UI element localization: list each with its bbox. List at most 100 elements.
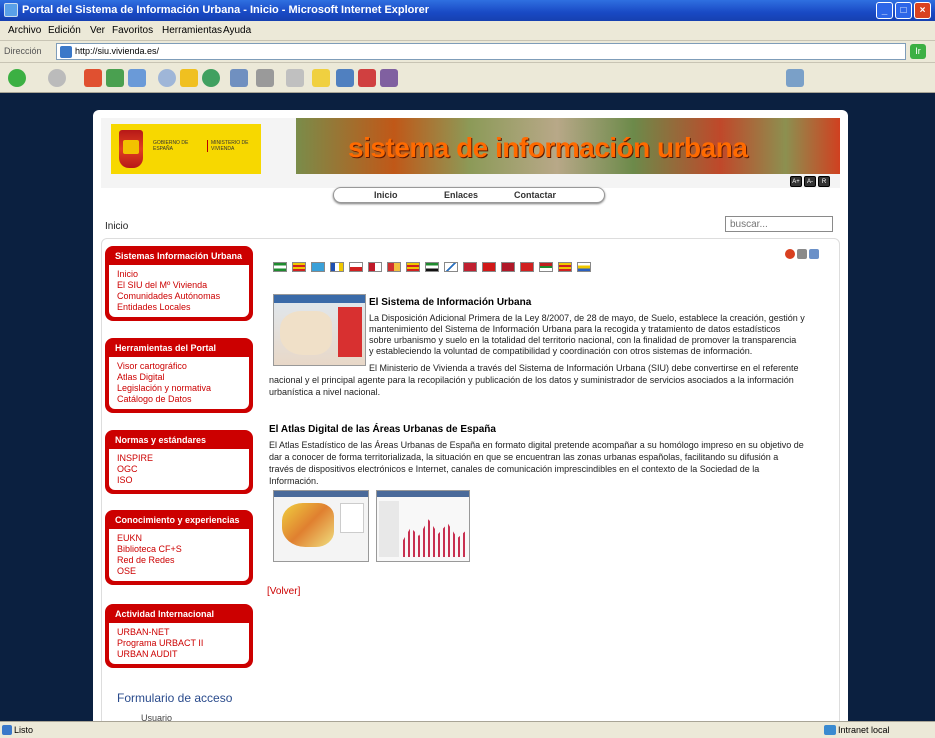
- flag-navarra-icon[interactable]: [520, 262, 534, 272]
- flag-aragon-icon[interactable]: [292, 262, 306, 272]
- minimize-button[interactable]: _: [876, 2, 893, 19]
- sidebar-item-legislacion[interactable]: Legislación y normativa: [117, 383, 241, 394]
- sidebar-item-urban-net[interactable]: URBAN-NET: [117, 627, 241, 638]
- font-increase-button[interactable]: A+: [790, 176, 802, 187]
- stop-icon[interactable]: [84, 69, 102, 87]
- pdf-icon[interactable]: [785, 249, 795, 259]
- text-line: sobre urbanismo y suelo en la totalidad …: [369, 335, 797, 345]
- atlas-section-title: El Atlas Digital de las Áreas Urbanas de…: [269, 424, 496, 435]
- sidebar-section-title: Actividad Internacional: [115, 609, 215, 619]
- address-input[interactable]: http://siu.vivienda.es/: [56, 43, 906, 60]
- sidebar-section-title: Conocimiento y experiencias: [115, 515, 240, 525]
- forward-icon[interactable]: [48, 69, 66, 87]
- email-icon[interactable]: [809, 249, 819, 259]
- sidebar-item-red-de-redes[interactable]: Red de Redes: [117, 555, 241, 566]
- flag-cantabria-icon[interactable]: [349, 262, 363, 272]
- go-button[interactable]: Ir: [910, 44, 926, 59]
- menu-favoritos[interactable]: Favoritos: [112, 25, 153, 36]
- font-decrease-button[interactable]: A-: [804, 176, 816, 187]
- text-line: El Atlas Estadístico de las Áreas Urbana…: [269, 440, 804, 450]
- address-label: Dirección: [4, 46, 42, 56]
- flag-asturias-icon[interactable]: [311, 262, 325, 272]
- close-button[interactable]: ×: [914, 2, 931, 19]
- mail-icon[interactable]: [230, 69, 248, 87]
- messenger-icon[interactable]: [336, 69, 354, 87]
- flag-galicia-icon[interactable]: [444, 262, 458, 272]
- text-line: urbanística a nivel nacional.: [269, 387, 381, 397]
- menu-ayuda[interactable]: Ayuda: [223, 25, 251, 36]
- flag-murcia-icon[interactable]: [501, 262, 515, 272]
- links-icon[interactable]: [380, 69, 398, 87]
- sidebar-item-visor[interactable]: Visor cartográfico: [117, 361, 241, 372]
- breadcrumb: Inicio: [105, 221, 129, 232]
- translate-icon[interactable]: [786, 69, 804, 87]
- sidebar-item-biblioteca[interactable]: Biblioteca CF+S: [117, 544, 241, 555]
- flag-madrid-icon[interactable]: [482, 262, 496, 272]
- sidebar-item-atlas[interactable]: Atlas Digital: [117, 372, 241, 383]
- back-icon[interactable]: [8, 69, 26, 87]
- maximize-button[interactable]: □: [895, 2, 912, 19]
- sidebar-item-siu[interactable]: El SIU del Mº Vivienda: [117, 280, 241, 291]
- address-bar: Dirección http://siu.vivienda.es/ Ir: [0, 41, 935, 63]
- siu-section-title: El Sistema de Información Urbana: [369, 297, 532, 308]
- menu-herramientas[interactable]: Herramientas: [162, 25, 222, 36]
- sidebar-item-ose[interactable]: OSE: [117, 566, 241, 577]
- research-icon[interactable]: [358, 69, 376, 87]
- flag-extremadura-icon[interactable]: [425, 262, 439, 272]
- menu-edicion[interactable]: Edición: [48, 25, 81, 36]
- thumbnail-header: [274, 491, 368, 497]
- atlas-chart-thumbnail[interactable]: [376, 490, 470, 562]
- flag-la-rioja-icon[interactable]: [463, 262, 477, 272]
- font-reset-button[interactable]: R: [818, 176, 830, 187]
- search-input[interactable]: [725, 216, 833, 232]
- sidebar-item-ogc[interactable]: OGC: [117, 464, 241, 475]
- flag-canarias-icon[interactable]: [577, 262, 591, 272]
- flag-cataluna-icon[interactable]: [406, 262, 420, 272]
- address-text: http://siu.vivienda.es/: [75, 46, 160, 56]
- font-size-buttons: A+ A- R: [788, 174, 830, 187]
- sidebar-item-catalogo[interactable]: Catálogo de Datos: [117, 394, 241, 405]
- refresh-icon[interactable]: [106, 69, 124, 87]
- sidebar-item-eukn[interactable]: EUKN: [117, 533, 241, 544]
- history-icon[interactable]: [202, 69, 220, 87]
- siu-map-thumbnail[interactable]: [273, 294, 366, 366]
- sidebar-item-comunidades[interactable]: Comunidades Autónomas: [117, 291, 241, 302]
- menu-bar: Archivo Edición Ver Favoritos Herramient…: [0, 21, 935, 41]
- print-icon[interactable]: [256, 69, 274, 87]
- print-icon[interactable]: [797, 249, 807, 259]
- volver-link[interactable]: [Volver]: [267, 586, 300, 597]
- favorites-icon[interactable]: [180, 69, 198, 87]
- atlas-map-thumbnail[interactable]: [273, 490, 369, 562]
- flag-andalucia-icon[interactable]: [273, 262, 287, 272]
- edit-icon[interactable]: [286, 69, 304, 87]
- flag-castilla-mancha-icon[interactable]: [368, 262, 382, 272]
- text-line: través de dispositivos electrónicos e In…: [269, 464, 760, 474]
- flag-castilla-leon-icon[interactable]: [387, 262, 401, 272]
- title-bar: Portal del Sistema de Información Urbana…: [0, 0, 935, 21]
- flag-pais-vasco-icon[interactable]: [539, 262, 553, 272]
- thumbnail-sidebar: [338, 307, 362, 357]
- intranet-icon: [824, 725, 836, 735]
- gobierno-logo[interactable]: GOBIERNO DE ESPAÑA MINISTERIO DE VIVIEND…: [111, 124, 261, 174]
- sidebar-item-entidades[interactable]: Entidades Locales: [117, 302, 241, 313]
- sidebar-item-inspire[interactable]: INSPIRE: [117, 453, 241, 464]
- nav-enlaces[interactable]: Enlaces: [444, 190, 478, 200]
- sidebar-item-urbact[interactable]: Programa URBACT II: [117, 638, 241, 649]
- search-icon[interactable]: [158, 69, 176, 87]
- flag-baleares-icon[interactable]: [330, 262, 344, 272]
- main-nav: Inicio Enlaces Contactar: [333, 187, 605, 203]
- nav-contactar[interactable]: Contactar: [514, 190, 556, 200]
- user-label: Usuario: [141, 713, 173, 721]
- menu-archivo[interactable]: Archivo: [8, 25, 41, 36]
- site-header: GOBIERNO DE ESPAÑA MINISTERIO DE VIVIEND…: [101, 118, 840, 188]
- sidebar-item-inicio[interactable]: Inicio: [117, 269, 241, 280]
- page-tools: [783, 249, 819, 262]
- nav-inicio[interactable]: Inicio: [374, 190, 398, 200]
- flag-valencia-icon[interactable]: [558, 262, 572, 272]
- menu-ver[interactable]: Ver: [90, 25, 105, 36]
- home-icon[interactable]: [128, 69, 146, 87]
- sidebar-section-title: Normas y estándares: [115, 435, 207, 445]
- sidebar-item-urban-audit[interactable]: URBAN AUDIT: [117, 649, 241, 660]
- notes-icon[interactable]: [312, 69, 330, 87]
- sidebar-item-iso[interactable]: ISO: [117, 475, 241, 486]
